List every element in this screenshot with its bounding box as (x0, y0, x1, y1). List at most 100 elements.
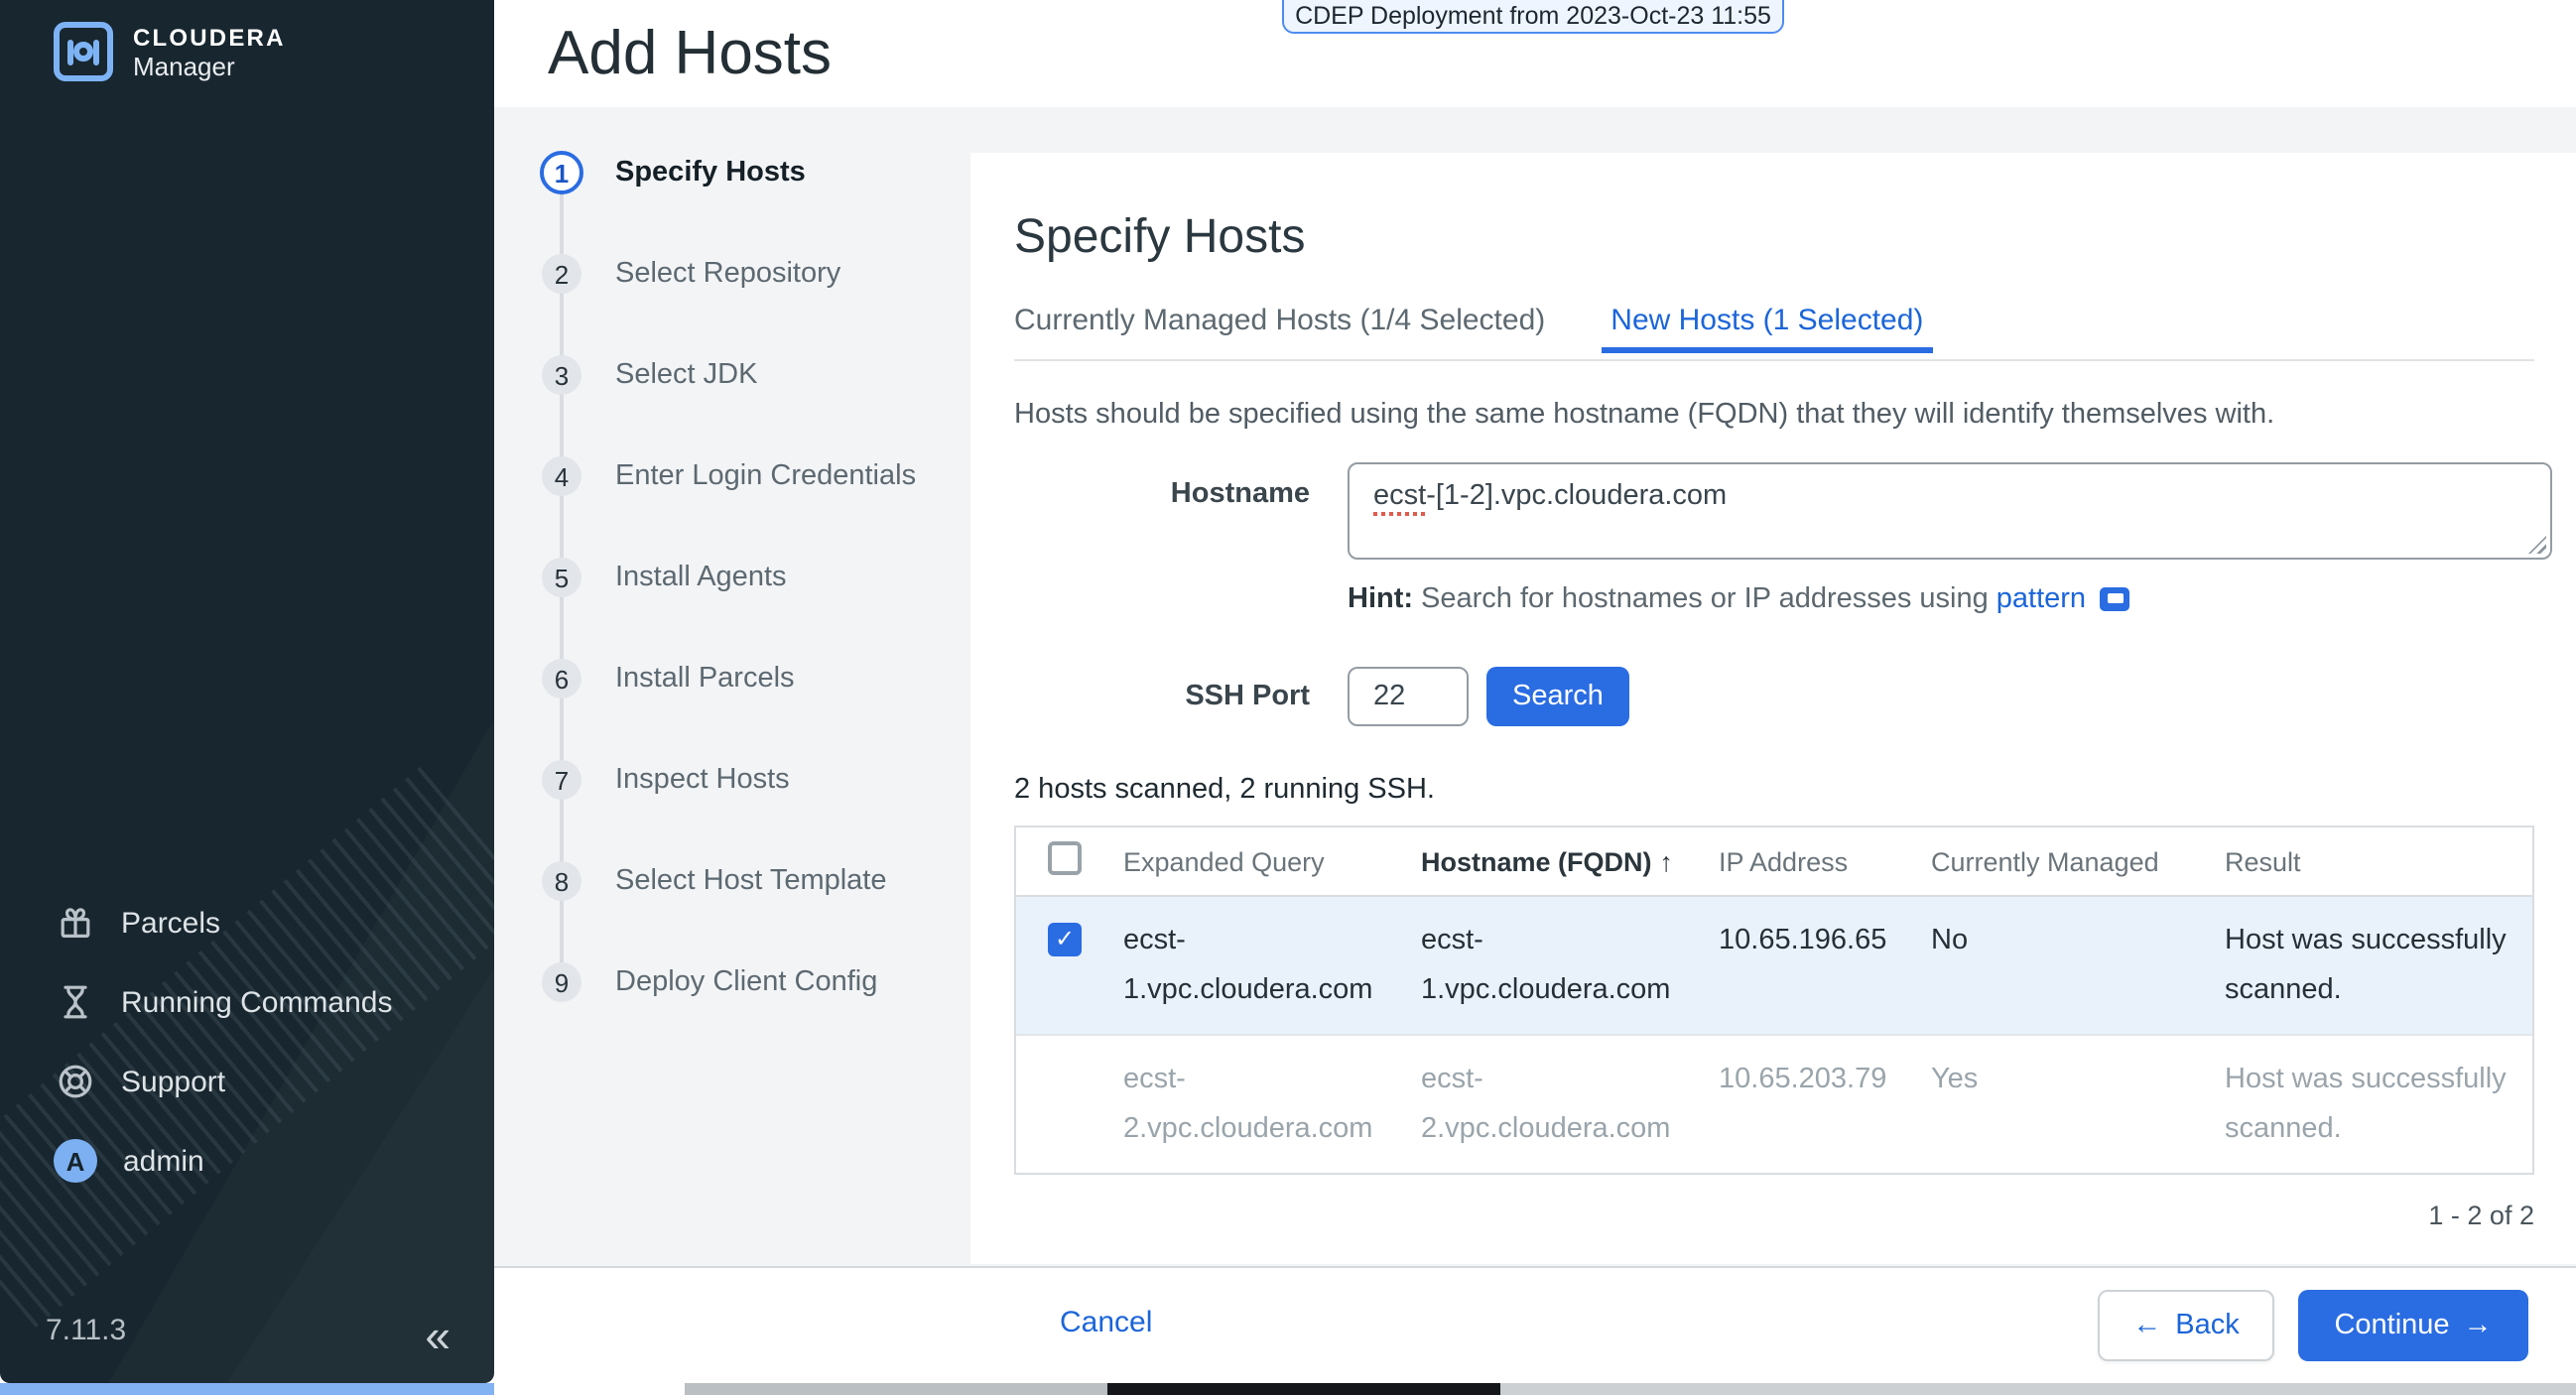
hourglass-icon (56, 982, 95, 1022)
brand-name: CLOUDERA (133, 23, 286, 51)
sidebar-item-running-commands[interactable]: Running Commands (0, 962, 494, 1042)
cell-currently-managed: Yes (1931, 1056, 2225, 1153)
step-number: 5 (542, 558, 581, 597)
step-label: Install Agents (615, 562, 787, 593)
step-number: 4 (542, 456, 581, 496)
cell-ip-address: 10.65.196.65 (1719, 917, 1931, 1014)
gift-icon (56, 903, 95, 943)
content-heading: Specify Hosts (1014, 208, 2534, 268)
cell-ip-address: 10.65.203.79 (1719, 1056, 1931, 1153)
hostname-label: Hostname (1014, 462, 1310, 615)
version-label: 7.11.3 (46, 1314, 126, 1347)
sidebar-item-admin[interactable]: A admin (0, 1121, 494, 1201)
bottom-strip-gray (1500, 1383, 2576, 1395)
wizard-step-9[interactable]: 9 Deploy Client Config (542, 962, 877, 1002)
brand-product: Manager (133, 51, 286, 80)
sidebar-item-label: admin (123, 1144, 204, 1178)
table-row-host-2[interactable]: ecst-2.vpc.cloudera.com ecst-2.vpc.cloud… (1016, 1034, 2532, 1173)
cell-result: Host was successfully scanned. (2225, 917, 2532, 1014)
column-header-hostname[interactable]: Hostname (FQDN) ↑ (1421, 846, 1719, 876)
step-label: Select JDK (615, 359, 757, 391)
sort-ascending-icon: ↑ (1660, 846, 1674, 876)
step-number: 7 (542, 760, 581, 800)
sidebar-item-parcels[interactable]: Parcels (0, 883, 494, 962)
tab-currently-managed-hosts[interactable]: Currently Managed Hosts (1/4 Selected) (1014, 294, 1555, 343)
hint-text: Search for hostnames or IP addresses usi… (1421, 583, 1989, 615)
wizard-step-8[interactable]: 8 Select Host Template (542, 861, 887, 901)
ssh-port-input[interactable] (1348, 667, 1469, 726)
continue-button-label: Continue (2334, 1310, 2449, 1341)
sidebar-item-support[interactable]: Support (0, 1042, 494, 1121)
tab-new-hosts[interactable]: New Hosts (1 Selected) (1601, 294, 1933, 353)
step-label: Inspect Hosts (615, 764, 790, 796)
column-header-expanded-query[interactable]: Expanded Query (1123, 846, 1421, 876)
cell-expanded-query: ecst-2.vpc.cloudera.com (1123, 1056, 1421, 1153)
row-checkbox-checked[interactable]: ✓ (1048, 923, 1082, 956)
wizard-step-3[interactable]: 3 Select JDK (542, 355, 757, 395)
sidebar-item-label: Support (121, 1065, 225, 1098)
step-label: Deploy Client Config (615, 966, 877, 998)
avatar: A (54, 1139, 97, 1183)
step-number: 2 (542, 254, 581, 294)
sidebar-item-label: Parcels (121, 906, 220, 940)
app-window: CLOUDERA Manager Parcels (0, 0, 2576, 1395)
cell-result: Host was successfully scanned. (2225, 1056, 2532, 1153)
wizard-step-5[interactable]: 5 Install Agents (542, 558, 787, 597)
deployment-banner: CDEP Deployment from 2023-Oct-23 11:55 (1282, 0, 1784, 34)
sidebar-nav: Parcels Running Commands (0, 883, 494, 1201)
step-number: 3 (542, 355, 581, 395)
step-number: 9 (542, 962, 581, 1002)
life-ring-icon (56, 1062, 95, 1101)
bottom-strip-gray (685, 1383, 1107, 1395)
table-header-row: Expanded Query Hostname (FQDN) ↑ IP Addre… (1016, 827, 2532, 897)
pattern-popup-icon[interactable] (2100, 587, 2129, 611)
column-header-label: Hostname (FQDN) (1421, 846, 1652, 876)
pattern-link[interactable]: pattern (1996, 583, 2086, 615)
hosts-description: Hosts should be specified using the same… (1014, 399, 2534, 431)
continue-button[interactable]: Continue → (2298, 1290, 2528, 1361)
bottom-strip-blue (0, 1383, 494, 1395)
step-label: Enter Login Credentials (615, 460, 916, 492)
hostname-row: Hostname ecst-[1-2].vpc.cloudera.com Hin… (1014, 462, 2534, 615)
column-header-ip-address[interactable]: IP Address (1719, 846, 1931, 876)
search-button[interactable]: Search (1486, 667, 1629, 726)
hostname-value-rest: -[1-2].vpc.cloudera.com (1426, 480, 1727, 512)
ssh-port-label: SSH Port (1014, 681, 1310, 712)
step-number: 1 (540, 151, 583, 194)
back-button[interactable]: ← Back (2098, 1290, 2274, 1361)
resize-handle[interactable] (2528, 536, 2546, 554)
wizard-footer: Cancel ← Back Continue → (494, 1266, 2576, 1383)
cloudera-logo[interactable]: CLOUDERA Manager (54, 22, 286, 81)
wizard-step-7[interactable]: 7 Inspect Hosts (542, 760, 790, 800)
tab-bar: Currently Managed Hosts (1/4 Selected) N… (1014, 294, 2534, 361)
step-number: 6 (542, 659, 581, 698)
column-header-currently-managed[interactable]: Currently Managed (1931, 846, 2225, 876)
collapse-sidebar-icon[interactable]: « (425, 1314, 451, 1359)
ssh-port-row: SSH Port Search (1014, 667, 2534, 726)
pagination-label: 1 - 2 of 2 (1014, 1201, 2534, 1230)
wizard-step-6[interactable]: 6 Install Parcels (542, 659, 795, 698)
column-header-result[interactable]: Result (2225, 846, 2532, 876)
table-row-host-1[interactable]: ✓ ecst-1.vpc.cloudera.com ecst-1.vpc.clo… (1016, 897, 2532, 1034)
cell-currently-managed: No (1931, 917, 2225, 1014)
sidebar-item-label: Running Commands (121, 985, 393, 1019)
scan-summary: 2 hosts scanned, 2 running SSH. (1014, 774, 2534, 806)
step-label: Select Repository (615, 258, 840, 290)
step-label: Select Host Template (615, 865, 887, 897)
select-all-checkbox[interactable] (1048, 841, 1082, 875)
page-title: Add Hosts (548, 14, 832, 93)
step-number: 8 (542, 861, 581, 901)
cell-hostname: ecst-1.vpc.cloudera.com (1421, 917, 1719, 1014)
wizard-step-4[interactable]: 4 Enter Login Credentials (542, 456, 916, 496)
step-label: Install Parcels (615, 663, 795, 695)
content-card: Specify Hosts Currently Managed Hosts (1… (970, 153, 2576, 1264)
cell-expanded-query: ecst-1.vpc.cloudera.com (1123, 917, 1421, 1014)
wizard-step-1[interactable]: 1 Specify Hosts (542, 151, 806, 194)
cell-hostname: ecst-2.vpc.cloudera.com (1421, 1056, 1719, 1153)
cancel-link[interactable]: Cancel (1060, 1306, 1152, 1339)
step-label: Specify Hosts (615, 157, 806, 189)
hint-label: Hint: (1348, 583, 1413, 615)
wizard-step-2[interactable]: 2 Select Repository (542, 254, 840, 294)
hostname-input[interactable]: ecst-[1-2].vpc.cloudera.com (1348, 462, 2552, 560)
row-checkbox-placeholder (1016, 1056, 1123, 1153)
